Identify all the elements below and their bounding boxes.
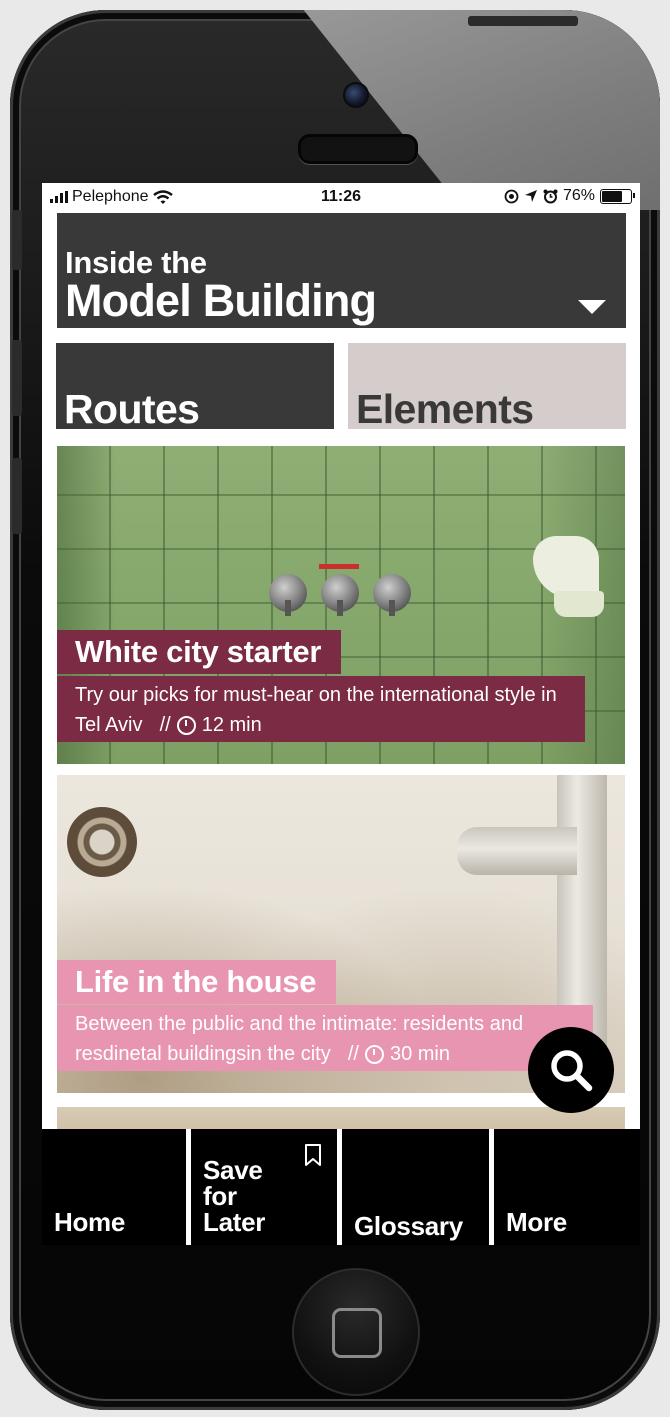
- card-duration: 30 min: [389, 1043, 450, 1065]
- battery-percent: 76%: [562, 187, 595, 204]
- caret-down-icon[interactable]: [578, 300, 606, 314]
- nav-label: Save for Later: [203, 1155, 266, 1237]
- pipe-image: [457, 827, 577, 875]
- nav-more[interactable]: More: [494, 1129, 640, 1245]
- meta-separator: //: [159, 714, 171, 736]
- header-dropdown[interactable]: Inside the Model Building: [57, 213, 626, 328]
- card-description: Between the public and the intimate: res…: [57, 1005, 593, 1071]
- tap-label-image: [319, 564, 359, 569]
- volume-up-button: [12, 340, 22, 416]
- power-button: [468, 16, 578, 26]
- tap-handle-image: [269, 574, 307, 616]
- search-icon: [551, 1050, 593, 1092]
- home-hardware-button[interactable]: [292, 1268, 420, 1396]
- clock-icon: [176, 715, 196, 735]
- card-description-text: Between the public and the intimate: res…: [75, 1013, 524, 1065]
- meta-separator: //: [347, 1043, 359, 1065]
- mute-switch: [12, 210, 22, 270]
- front-camera: [343, 82, 369, 108]
- status-bar: Pelephone 11:26 76%: [42, 183, 640, 211]
- card-description: Try our picks for must-hear on the inter…: [57, 676, 585, 742]
- tap-handle-image: [373, 574, 411, 616]
- clock-icon: [364, 1044, 384, 1064]
- page-title: Model Building: [65, 275, 377, 326]
- card-duration: 12 min: [201, 714, 262, 736]
- nav-label: Glossary: [354, 1211, 463, 1241]
- battery-icon: [600, 188, 635, 204]
- valve-image: [67, 807, 137, 877]
- tap-handle-image: [321, 574, 359, 616]
- nav-glossary[interactable]: Glossary: [342, 1129, 489, 1245]
- route-card-white-city-starter[interactable]: White city starter Try our picks for mus…: [57, 446, 625, 764]
- alarm-icon: [543, 189, 558, 203]
- card-title: Life in the house: [57, 960, 337, 1004]
- orientation-lock-icon: [504, 189, 519, 203]
- soap-dish-image: [554, 591, 604, 617]
- bottom-nav: Home Save for Later Glossary More: [42, 1129, 640, 1245]
- soap-dish-image: [533, 536, 599, 598]
- card-title: White city starter: [57, 630, 342, 674]
- nav-save-for-later[interactable]: Save for Later: [191, 1129, 337, 1245]
- screen-glare: [303, 10, 660, 210]
- volume-down-button: [12, 458, 22, 534]
- earpiece-speaker: [298, 134, 418, 164]
- nav-label: Home: [54, 1207, 126, 1237]
- tab-routes[interactable]: Routes: [56, 343, 334, 429]
- nav-label: More: [506, 1207, 567, 1237]
- app-screen: Pelephone 11:26 76% Inside the Model Bui…: [42, 183, 640, 1129]
- nav-home[interactable]: Home: [42, 1129, 186, 1245]
- bookmark-icon: [305, 1144, 321, 1166]
- tab-elements[interactable]: Elements: [348, 343, 626, 429]
- tab-label: Routes: [64, 386, 200, 430]
- tab-label: Elements: [356, 386, 534, 430]
- route-card-partial[interactable]: [57, 1107, 625, 1129]
- location-icon: [524, 190, 537, 202]
- search-button[interactable]: [528, 1027, 614, 1113]
